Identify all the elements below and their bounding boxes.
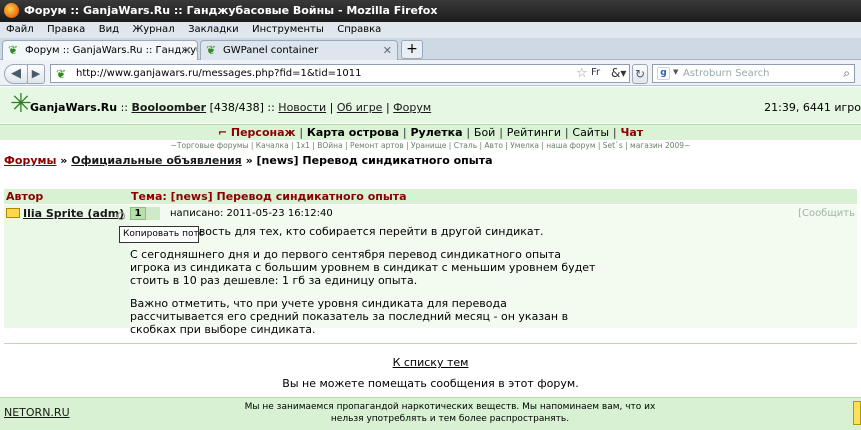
syndicate-badge-icon [6, 208, 20, 218]
menu-tools[interactable]: Инструменты [247, 22, 329, 35]
translate-icon[interactable]: Fr [591, 67, 600, 78]
menu-character[interactable]: Персонаж [231, 126, 296, 139]
search-engine-icon[interactable]: g [657, 67, 670, 80]
menu-chat[interactable]: Чат [620, 126, 643, 139]
topics-list-link[interactable]: К списку тем [393, 356, 469, 369]
close-icon[interactable]: ✕ [383, 44, 392, 57]
tab-forum[interactable]: ❦ Форум :: GanjaWars.Ru :: Ганджубасов..… [2, 40, 198, 60]
reload-button[interactable]: ↻ [632, 64, 648, 84]
cannabis-leaf-logo: ✳ [10, 89, 32, 119]
leaf-icon: ❦ [206, 43, 217, 57]
user-link[interactable]: Booloomber [132, 101, 207, 114]
menu-separator: | [612, 126, 617, 139]
post-row: Ilia Sprite (adm) 1 написано: 2011-05-23… [4, 205, 857, 336]
menu-file[interactable]: Файл [0, 22, 39, 35]
about-link[interactable]: Об игре [337, 101, 383, 114]
thread-header: Автор Тема: [news] Перевод синдикатного … [4, 189, 857, 204]
tab-bar: ❦ Форум :: GanjaWars.Ru :: Ганджубасов..… [0, 38, 861, 60]
forum-link[interactable]: Форум [393, 101, 431, 114]
gun-icon: ⌐ [217, 126, 228, 139]
post-number[interactable]: 1 [130, 207, 146, 220]
post-author[interactable]: Ilia Sprite (adm) [23, 207, 124, 220]
menu-help[interactable]: Справка [332, 22, 386, 35]
search-box[interactable]: g ▼ Astroburn Search ⌕ [652, 64, 855, 83]
menu-separator: | [564, 126, 569, 139]
time-online: 21:39, 6441 игро [764, 101, 861, 114]
menu-battle[interactable]: Бой [474, 126, 495, 139]
post-message: Хорошая новость для тех, кто собирается … [130, 225, 600, 346]
breadcrumb-forums[interactable]: Форумы [4, 154, 56, 167]
copy-post-tooltip: Копировать потс [119, 226, 204, 243]
no-post-permission-note: Вы не можете помещать сообщения в этот ф… [282, 377, 579, 390]
header-line: GanjaWars.Ru :: Booloomber [438/438] :: … [30, 101, 432, 114]
menu-separator: | [299, 126, 304, 139]
back-button[interactable]: ◀ [4, 64, 28, 84]
back-to-topics: К списку тем [0, 356, 861, 369]
site-favicon-icon: ❦ [56, 67, 67, 81]
ampersand-icon[interactable]: &▾ [611, 66, 626, 80]
topic-column-header: Тема: [news] Перевод синдикатного опыта [131, 190, 407, 203]
page-content: ✳ GanjaWars.Ru :: Booloomber [438/438] :… [0, 87, 861, 430]
report-link[interactable]: [Сообщить [798, 208, 855, 219]
site-header: ✳ GanjaWars.Ru :: Booloomber [438/438] :… [0, 87, 861, 123]
search-placeholder: Astroburn Search [683, 68, 770, 79]
menu-history[interactable]: Журнал [127, 22, 179, 35]
post-body-cell: 1 написано: 2011-05-23 16:12:40 [Сообщит… [130, 205, 857, 336]
menu-island-map[interactable]: Карта острова [307, 126, 399, 139]
menu-ratings[interactable]: Рейтинги [507, 126, 561, 139]
menu-roulette[interactable]: Рулетка [410, 126, 462, 139]
site-footer: NETORN.RU Мы не занимаемся пропагандой н… [0, 397, 861, 430]
menu-separator: | [466, 126, 471, 139]
main-menu: ⌐ Персонаж | Карта острова | Рулетка | Б… [0, 124, 861, 140]
url-text: http://www.ganjawars.ru/messages.php?fid… [76, 68, 362, 79]
post-paragraph: С сегодняшнего дня и до первого сентября… [130, 248, 596, 287]
breadcrumb: Форумы » Официальные объявления » [news]… [4, 154, 493, 167]
menu-view[interactable]: Вид [94, 22, 124, 35]
post-author-cell: Ilia Sprite (adm) [4, 205, 127, 328]
breadcrumb-section[interactable]: Официальные объявления [71, 154, 242, 167]
user-hp: [438/438] [209, 101, 264, 114]
leaf-icon: ❦ [8, 43, 19, 57]
post-number-bar [146, 207, 160, 220]
sub-menu[interactable]: ~Торговые форумы | Качалка | 1x1 | ВОйна… [0, 140, 861, 151]
navigation-toolbar: ◀ ▶ ❦ http://www.ganjawars.ru/messages.p… [0, 60, 861, 86]
tab-label: GWPanel container [223, 45, 319, 56]
menu-sites[interactable]: Сайты [572, 126, 609, 139]
site-name: GanjaWars.Ru [30, 101, 118, 114]
news-link[interactable]: Новости [278, 101, 326, 114]
new-tab-button[interactable]: + [401, 40, 423, 59]
post-paragraph: Важно отметить, что при учете уровня син… [130, 297, 569, 336]
bookmark-star-icon[interactable]: ☆ [576, 66, 588, 81]
chevron-down-icon[interactable]: ▼ [673, 68, 678, 76]
divider [4, 343, 857, 344]
url-bar[interactable]: ❦ http://www.ganjawars.ru/messages.php?f… [50, 64, 630, 83]
footer-disclaimer: Мы не занимаемся пропагандой наркотическ… [244, 402, 656, 424]
tab-label: Форум :: GanjaWars.Ru :: Ганджубасов... [25, 45, 198, 56]
counter-badge-icon[interactable] [853, 401, 861, 425]
menu-edit[interactable]: Правка [42, 22, 90, 35]
menu-bookmarks[interactable]: Закладки [183, 22, 244, 35]
breadcrumb-current: [news] Перевод синдикатного опыта [256, 154, 493, 167]
search-icon[interactable]: ⌕ [843, 66, 850, 81]
window-title: Форум :: GanjaWars.Ru :: Ганджубасовые В… [24, 4, 438, 17]
firefox-icon [4, 3, 19, 18]
forward-button[interactable]: ▶ [27, 64, 45, 84]
window-titlebar: Форум :: GanjaWars.Ru :: Ганджубасовые В… [0, 0, 861, 22]
tab-gwpanel[interactable]: ❦ GWPanel container ✕ [200, 40, 398, 60]
netorn-link[interactable]: NETORN.RU [4, 406, 70, 419]
close-icon[interactable]: ✕ [183, 44, 192, 57]
menu-bar: Файл Правка Вид Журнал Закладки Инструме… [0, 22, 861, 38]
menu-separator: | [402, 126, 407, 139]
author-column-header: Автор [6, 190, 44, 203]
post-date: написано: 2011-05-23 16:12:40 [170, 208, 333, 219]
menu-separator: | [499, 126, 503, 139]
status-circle-icon [117, 212, 125, 220]
